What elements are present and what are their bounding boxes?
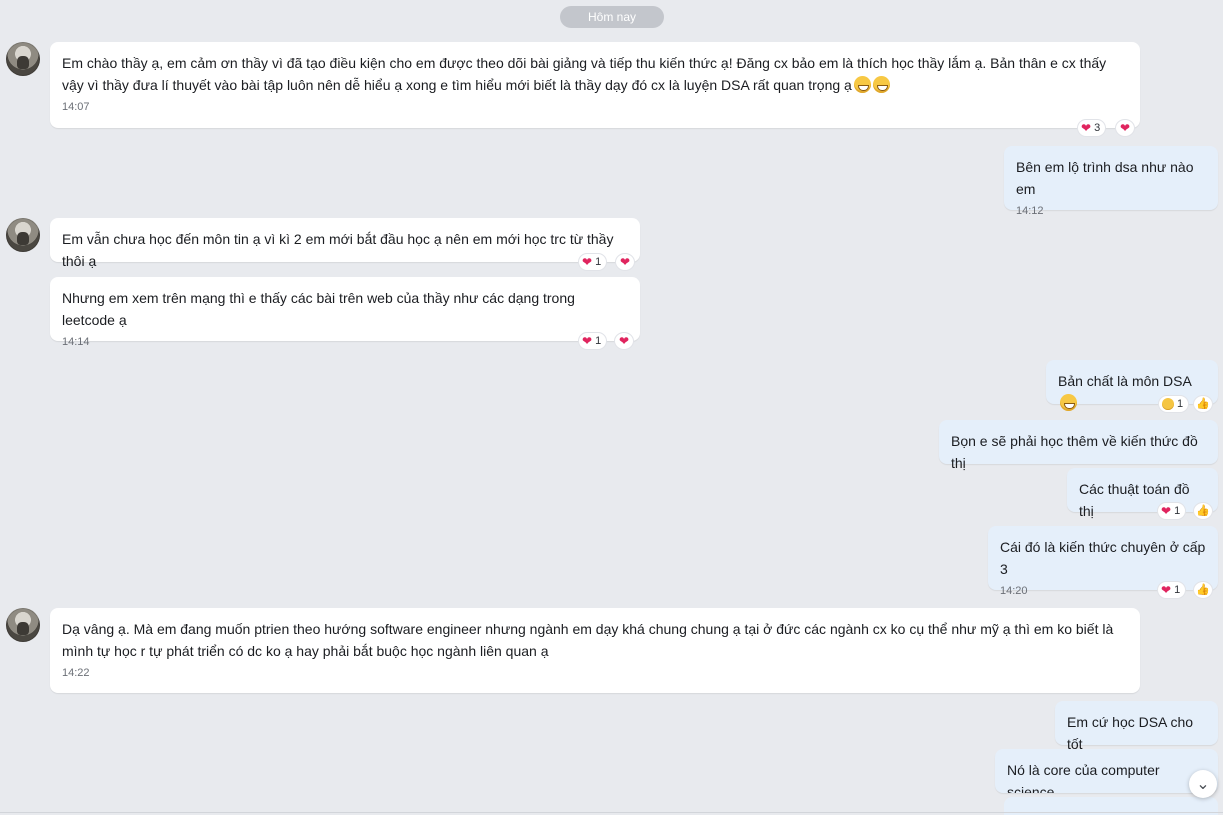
message-bubble-outgoing[interactable]: Nó là core của computer science bbox=[995, 749, 1218, 793]
message-bubble-incoming[interactable]: Nhưng em xem trên mạng thì e thấy các bà… bbox=[50, 277, 640, 348]
heart-icon: ❤ bbox=[1161, 504, 1172, 518]
message-time: 14:12 bbox=[1016, 205, 1044, 217]
message-time: 14:14 bbox=[62, 336, 90, 348]
react-heart-button[interactable]: ❤ bbox=[615, 253, 635, 271]
react-like-button[interactable]: 👍 bbox=[1193, 581, 1213, 599]
reaction-summary[interactable]: ❤ 1 bbox=[1157, 581, 1187, 599]
message-bubble-incoming[interactable]: Dạ vâng ạ. Mà em đang muốn ptrien theo h… bbox=[50, 608, 1140, 693]
reaction-count: 1 bbox=[595, 335, 602, 347]
date-divider: Hôm nay bbox=[560, 6, 664, 28]
message-text: Các thuật toán đồ thị bbox=[1079, 481, 1190, 519]
message-text: Cái đó là kiến thức chuyên ở cấp 3 bbox=[1000, 539, 1206, 577]
message-bubble-outgoing[interactable]: Cái đó là kiến thức chuyên ở cấp 3 14:20 bbox=[988, 526, 1218, 597]
thumbs-up-icon: 👍 bbox=[1196, 584, 1210, 596]
heart-icon: ❤ bbox=[1081, 121, 1092, 135]
reaction-count: 3 bbox=[1094, 122, 1101, 134]
reaction-count: 1 bbox=[1174, 505, 1181, 517]
message-text: Nó là core của computer science bbox=[1007, 762, 1160, 793]
chevron-down-icon: ⌄ bbox=[1196, 776, 1210, 793]
grin-emoji-icon bbox=[872, 76, 890, 93]
message-text: Bên em lộ trình dsa như nào em bbox=[1016, 159, 1194, 197]
message-bubble-outgoing[interactable]: Bên em lộ trình dsa như nào em 14:12 bbox=[1004, 146, 1218, 217]
message-bubble-incoming[interactable]: Em vẫn chưa học đến môn tin ạ vì kì 2 em… bbox=[50, 218, 640, 269]
heart-icon: ❤ bbox=[1119, 121, 1131, 135]
heart-icon: ❤ bbox=[582, 255, 593, 269]
react-heart-button[interactable]: ❤ bbox=[1115, 119, 1135, 137]
message-text: Dạ vâng ạ. Mà em đang muốn ptrien theo h… bbox=[62, 621, 1114, 659]
thumbs-up-icon: 👍 bbox=[1196, 505, 1210, 517]
message-time: 14:22 bbox=[62, 667, 90, 679]
message-text: Nhưng em xem trên mạng thì e thấy các bà… bbox=[62, 290, 575, 328]
wow-emoji-icon bbox=[1162, 398, 1174, 410]
reaction-count: 1 bbox=[1174, 584, 1181, 596]
message-text: Bản chất là môn DSA bbox=[1058, 373, 1192, 389]
reaction-count: 1 bbox=[595, 256, 602, 268]
message-bubble-outgoing[interactable]: Bọn e sẽ phải học thêm về kiến thức đồ t… bbox=[939, 420, 1218, 471]
react-heart-button[interactable]: ❤ bbox=[614, 332, 634, 350]
reaction-summary[interactable]: ❤ 3 bbox=[1077, 119, 1107, 137]
message-text: Em chào thầy ạ, em cảm ơn thầy vì đã tạo… bbox=[62, 55, 1107, 93]
message-bubble-outgoing[interactable]: Em cứ học DSA cho tốt bbox=[1055, 701, 1218, 752]
reaction-summary[interactable]: ❤ 1 bbox=[578, 253, 608, 271]
avatar[interactable] bbox=[6, 218, 40, 252]
react-like-button[interactable]: 👍 bbox=[1193, 395, 1213, 413]
message-bubble-outgoing[interactable]: Bản chất là môn DSA bbox=[1046, 360, 1218, 411]
thumbs-up-icon: 👍 bbox=[1196, 398, 1210, 410]
heart-icon: ❤ bbox=[618, 334, 630, 348]
heart-icon: ❤ bbox=[619, 255, 631, 269]
divider bbox=[0, 812, 1223, 813]
reaction-summary[interactable]: ❤ 1 bbox=[578, 332, 608, 350]
reaction-summary[interactable]: ❤ 1 bbox=[1157, 502, 1187, 520]
avatar[interactable] bbox=[6, 42, 40, 76]
grin-emoji-icon bbox=[1060, 394, 1077, 411]
reaction-summary[interactable]: 1 bbox=[1158, 395, 1190, 413]
message-text: Em vẫn chưa học đến môn tin ạ vì kì 2 em… bbox=[62, 231, 614, 269]
reaction-count: 1 bbox=[1177, 398, 1184, 410]
scroll-to-bottom-button[interactable]: ⌄ bbox=[1189, 770, 1217, 798]
avatar[interactable] bbox=[6, 608, 40, 642]
message-time: 14:07 bbox=[62, 101, 90, 113]
message-bubble-incoming[interactable]: Em chào thầy ạ, em cảm ơn thầy vì đã tạo… bbox=[50, 42, 1140, 128]
heart-icon: ❤ bbox=[582, 334, 593, 348]
grin-emoji-icon bbox=[853, 76, 871, 93]
heart-icon: ❤ bbox=[1161, 583, 1172, 597]
react-like-button[interactable]: 👍 bbox=[1193, 502, 1213, 520]
